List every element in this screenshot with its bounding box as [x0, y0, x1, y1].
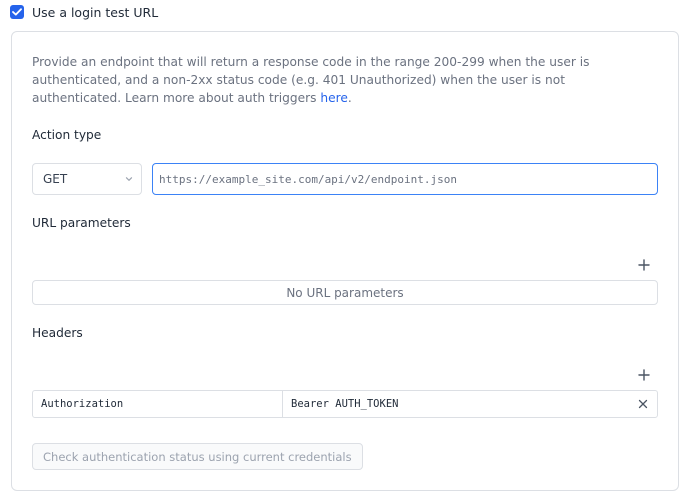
header-key-input[interactable]: Authorization [33, 391, 283, 417]
auth-settings: Use a login test URL Provide an endpoint… [0, 0, 685, 495]
url-parameters-empty: No URL parameters [32, 280, 658, 305]
chevron-down-icon [125, 177, 133, 181]
login-test-url-checkbox[interactable] [10, 5, 24, 19]
add-header-button[interactable] [636, 367, 652, 383]
url-parameters-label: URL parameters [32, 216, 131, 230]
remove-header-button[interactable] [629, 391, 657, 417]
headers-label: Headers [32, 326, 83, 340]
endpoint-url-input[interactable] [152, 163, 658, 195]
description: Provide an endpoint that will return a r… [32, 53, 652, 107]
close-icon [638, 399, 648, 409]
http-method-select[interactable]: GET [32, 163, 142, 195]
learn-more-link[interactable]: here [320, 91, 347, 105]
check-icon [12, 8, 22, 16]
action-type-label: Action type [32, 128, 102, 142]
description-trailing: . [347, 91, 352, 105]
login-test-url-panel: Provide an endpoint that will return a r… [11, 31, 679, 491]
login-test-url-label: Use a login test URL [32, 4, 159, 20]
http-method-value: GET [43, 172, 68, 186]
description-text: Provide an endpoint that will return a r… [32, 55, 590, 105]
header-value-input[interactable]: Bearer AUTH_TOKEN [283, 391, 629, 417]
add-url-parameter-button[interactable] [636, 257, 652, 273]
check-auth-status-button[interactable]: Check authentication status using curren… [32, 443, 363, 470]
plus-icon [638, 259, 650, 271]
header-row: Authorization Bearer AUTH_TOKEN [32, 390, 658, 418]
login-test-url-toggle[interactable]: Use a login test URL [10, 3, 158, 21]
plus-icon [638, 369, 650, 381]
